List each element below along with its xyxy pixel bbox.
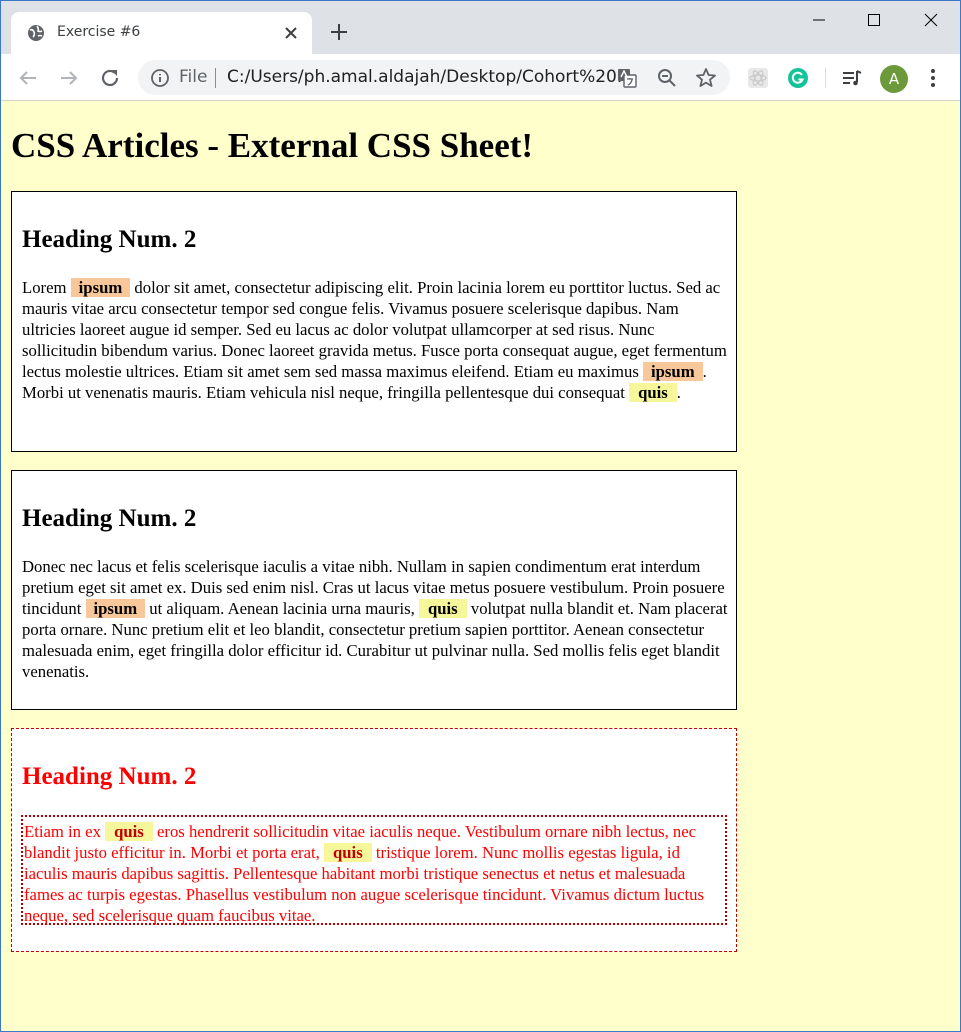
ipsum-highlight: ipsum	[643, 362, 703, 381]
more-menu-icon[interactable]	[921, 66, 945, 90]
window-close-icon[interactable]	[920, 9, 942, 31]
avatar-letter: A	[888, 70, 900, 88]
page-content: CSS Articles - External CSS Sheet! Headi…	[1, 101, 960, 1031]
new-tab-plus-icon[interactable]	[328, 21, 350, 43]
quis-highlight: quis	[324, 843, 372, 862]
article-3: Heading Num. 2 Etiam in ex quis eros hen…	[11, 728, 737, 952]
ipsum-highlight: ipsum	[70, 278, 131, 297]
browser-window: Exercise #6 File C:/Users/ph.amal.aldaja…	[0, 0, 961, 1032]
file-label: File	[179, 67, 208, 87]
article-paragraph: Etiam in ex quis eros hendrerit sollicit…	[21, 815, 727, 925]
address-bar[interactable]: File C:/Users/ph.amal.aldajah/Desktop/Co…	[138, 60, 730, 95]
paragraph-text: Etiam in ex	[24, 822, 106, 841]
close-icon[interactable]	[282, 24, 300, 42]
paragraph-text: ut aliquam. Aenean lacinia urna mauris,	[145, 599, 419, 618]
article-heading: Heading Num. 2	[22, 226, 197, 253]
quis-highlight: quis	[629, 383, 677, 402]
translate-icon[interactable]	[616, 67, 638, 89]
tab-title: Exercise #6	[57, 24, 141, 40]
article-heading: Heading Num. 2	[22, 505, 197, 532]
url-text[interactable]: C:/Users/ph.amal.aldajah/Desktop/Cohort%…	[227, 67, 633, 87]
globe-icon	[28, 25, 44, 41]
paragraph-text: .	[676, 383, 681, 402]
maximize-icon[interactable]	[863, 9, 885, 31]
paragraph-text: Lorem	[22, 278, 71, 297]
zoom-out-icon[interactable]	[656, 67, 678, 89]
browser-toolbar: File C:/Users/ph.amal.aldajah/Desktop/Co…	[1, 54, 960, 101]
article-paragraph: Donec nec lacus et felis scelerisque iac…	[22, 556, 728, 682]
minimize-icon[interactable]	[808, 9, 830, 31]
media-control-icon[interactable]	[840, 66, 864, 90]
profile-avatar[interactable]: A	[880, 65, 908, 93]
toolbar-separator	[825, 68, 826, 88]
address-separator	[215, 68, 216, 88]
quis-highlight: quis	[105, 822, 153, 841]
bookmark-star-icon[interactable]	[695, 67, 717, 89]
react-devtools-extension-icon[interactable]	[746, 66, 770, 90]
reload-icon[interactable]	[98, 66, 122, 90]
back-arrow-icon[interactable]	[16, 66, 40, 90]
forward-arrow-icon[interactable]	[57, 66, 81, 90]
info-icon[interactable]	[150, 68, 170, 88]
article-2: Heading Num. 2 Donec nec lacus et felis …	[11, 470, 737, 710]
article-paragraph: Lorem ipsum dolor sit amet, consectetur …	[22, 277, 728, 403]
article-heading: Heading Num. 2	[22, 763, 197, 790]
ipsum-highlight: ipsum	[85, 599, 146, 618]
article-1: Heading Num. 2 Lorem ipsum dolor sit ame…	[11, 191, 737, 452]
quis-highlight: quis	[418, 599, 467, 618]
active-tab[interactable]: Exercise #6	[11, 12, 312, 54]
grammarly-extension-icon[interactable]	[786, 66, 810, 90]
tab-strip: Exercise #6	[1, 1, 960, 54]
page-title: CSS Articles - External CSS Sheet!	[11, 126, 534, 165]
